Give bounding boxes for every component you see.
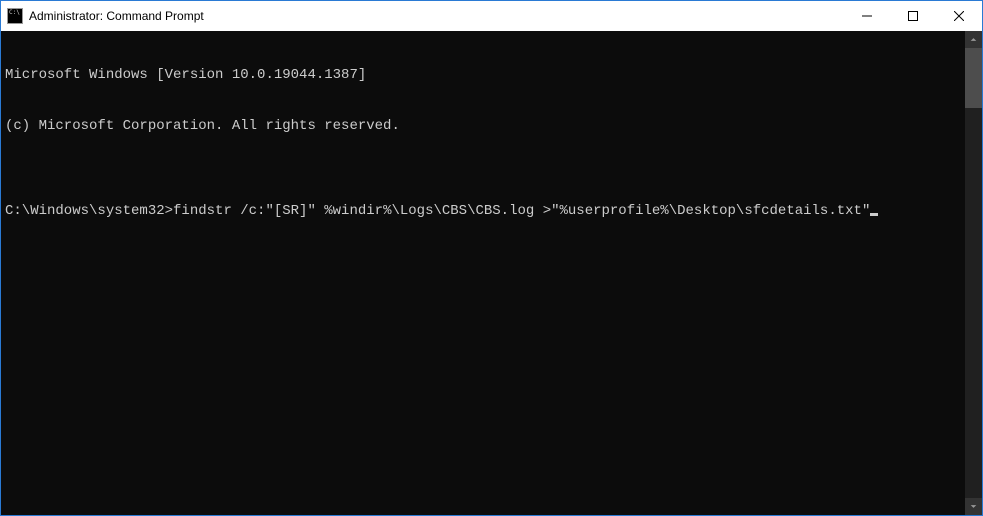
vertical-scrollbar[interactable] [965,31,982,515]
chevron-up-icon [970,36,977,43]
maximize-icon [908,11,918,21]
window-title: Administrator: Command Prompt [29,9,204,23]
scroll-thumb[interactable] [965,48,982,108]
close-icon [954,11,964,21]
scroll-up-button[interactable] [965,31,982,48]
terminal-output[interactable]: Microsoft Windows [Version 10.0.19044.13… [1,31,965,515]
scroll-track[interactable] [965,48,982,498]
output-line-version: Microsoft Windows [Version 10.0.19044.13… [5,67,965,84]
minimize-icon [862,11,872,21]
titlebar[interactable]: Administrator: Command Prompt [1,1,982,31]
command-prompt-window: Administrator: Command Prompt Microsoft … [0,0,983,516]
prompt-path: C:\Windows\system32> [5,203,173,219]
output-line-copyright: (c) Microsoft Corporation. All rights re… [5,118,965,135]
window-controls [844,1,982,31]
command-text[interactable]: findstr /c:"[SR]" %windir%\Logs\CBS\CBS.… [173,203,870,219]
terminal-area: Microsoft Windows [Version 10.0.19044.13… [1,31,982,515]
cursor [870,213,878,216]
minimize-button[interactable] [844,1,890,31]
close-button[interactable] [936,1,982,31]
maximize-button[interactable] [890,1,936,31]
scroll-down-button[interactable] [965,498,982,515]
chevron-down-icon [970,503,977,510]
cmd-icon [7,8,23,24]
titlebar-left: Administrator: Command Prompt [7,8,204,24]
prompt-line: C:\Windows\system32>findstr /c:"[SR]" %w… [5,203,965,220]
